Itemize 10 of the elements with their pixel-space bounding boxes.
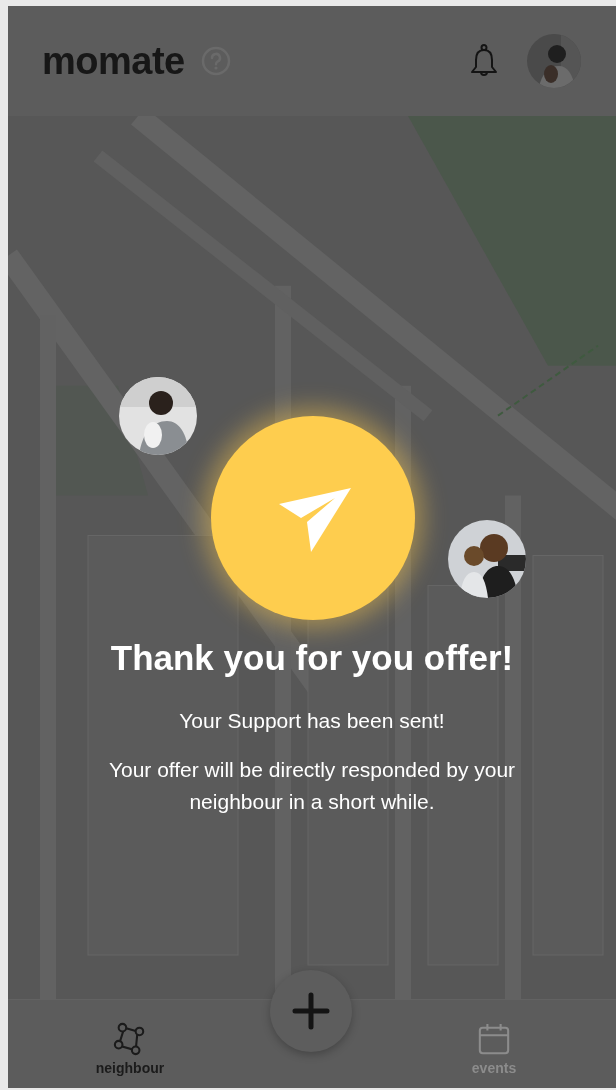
confirmation-subtitle: Your Support has been sent! xyxy=(179,708,445,734)
nodes-icon xyxy=(113,1022,147,1056)
bell-icon[interactable] xyxy=(469,43,499,79)
app-logo: momate xyxy=(42,39,185,83)
send-icon xyxy=(277,486,353,554)
plus-icon xyxy=(291,991,331,1031)
confirmation-message: Your offer will be directly responded by your neighbour in a short while. xyxy=(107,757,517,815)
confirmation-title: Thank you for you offer! xyxy=(110,637,514,679)
calendar-icon xyxy=(477,1022,511,1056)
nav-tab[interactable]: neighbour xyxy=(8,1000,252,1088)
